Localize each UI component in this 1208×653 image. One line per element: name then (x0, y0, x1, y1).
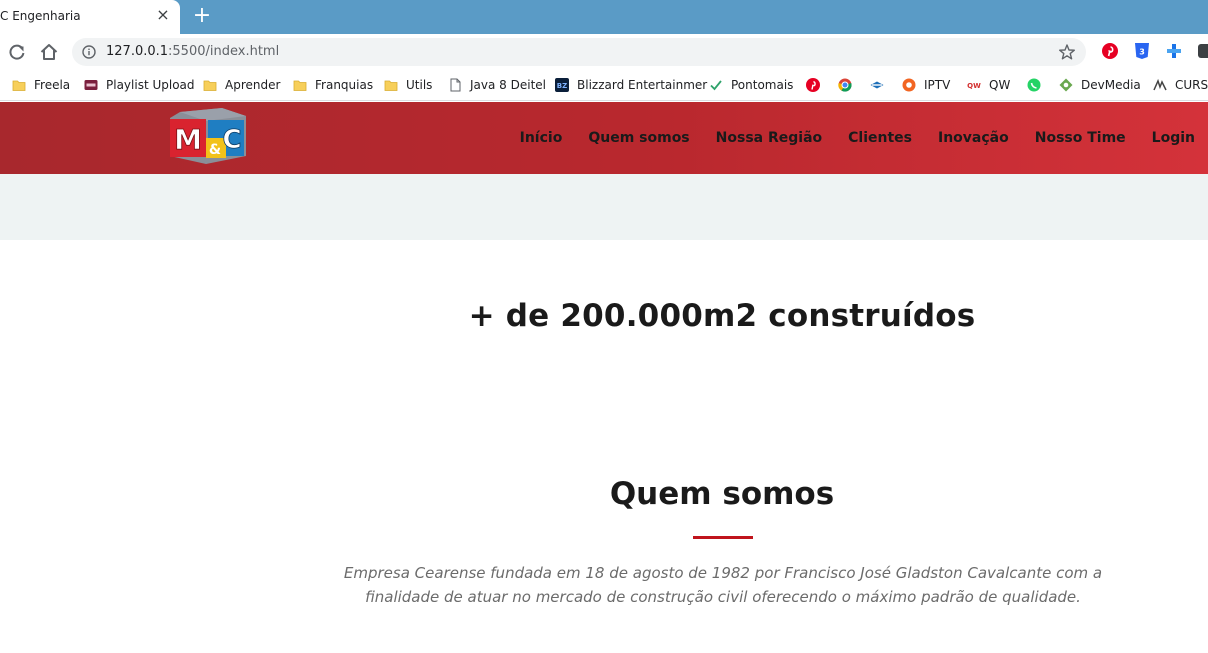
bookmark-label: Blizzard Entertainmer (577, 78, 708, 92)
qw-icon: QW (967, 82, 981, 90)
folder-icon (203, 80, 217, 91)
bookmark-devmedia[interactable]: DevMedia (1059, 76, 1141, 94)
svg-text:BZ: BZ (557, 82, 567, 90)
chrome-icon (838, 78, 852, 92)
bookmark-diamond[interactable] (870, 76, 892, 94)
site-info-icon[interactable] (82, 45, 96, 59)
tab-close-icon[interactable]: × (154, 6, 172, 24)
iptv-orange-icon (902, 78, 916, 92)
pinterest-icon (806, 78, 820, 92)
svg-text:QW: QW (967, 82, 981, 90)
url-text: 127.0.0.1:5500/index.html (106, 44, 279, 59)
url-host: 127.0.0.1 (106, 44, 169, 59)
bookmark-label: Playlist Upload (106, 78, 195, 92)
nav-clientes[interactable]: Clientes (835, 130, 925, 146)
nav-nossa-regiao[interactable]: Nossa Região (703, 130, 835, 146)
bookmark-label: Franquias (315, 78, 374, 92)
mc-logo[interactable]: M & C (166, 106, 250, 166)
bookmark-java-8-deitel[interactable]: Java 8 Deitel (448, 76, 546, 94)
iptv-icon (84, 80, 98, 90)
page-icon (450, 78, 461, 92)
diamond-icon (870, 81, 884, 89)
about-description: Empresa Cearense fundada em 18 de agosto… (343, 564, 1103, 606)
nav-inicio[interactable]: Início (507, 130, 576, 146)
nav-inovacao[interactable]: Inovação (925, 130, 1022, 146)
reload-icon[interactable] (6, 41, 28, 63)
devmedia-icon (1059, 78, 1073, 92)
svg-text:3: 3 (1139, 48, 1145, 57)
check-icon (710, 80, 722, 91)
plus-extension-icon[interactable] (1165, 42, 1183, 60)
svg-text:&: & (209, 142, 221, 158)
svg-text:M: M (174, 123, 202, 156)
bookmark-label: Aprender (225, 78, 281, 92)
bookmark-iptv[interactable]: IPTV (902, 76, 950, 94)
nav-quem-somos[interactable]: Quem somos (575, 130, 702, 146)
home-icon[interactable] (38, 41, 60, 63)
svg-text:C: C (222, 125, 241, 155)
whatsapp-icon (1027, 78, 1041, 92)
built-area-stat: + de 200.000m2 construídos (468, 298, 976, 334)
bookmark-chrome[interactable] (838, 76, 860, 94)
bookmark-blizzard[interactable]: BZ Blizzard Entertainmer (555, 76, 707, 94)
new-tab-button[interactable]: + (190, 4, 214, 28)
bookmark-label: IPTV (924, 78, 951, 92)
bookmark-qw[interactable]: QW QW (967, 76, 1010, 94)
tab-title: C Engenharia (0, 9, 81, 23)
main-nav: Início Quem somos Nossa Região Clientes … (507, 102, 1208, 174)
bookmarks-bar: Freela Playlist Upload Aprender Franquia… (0, 70, 1208, 101)
bookmark-curso[interactable]: CURSO (1153, 76, 1208, 94)
bookmark-label: DevMedia (1081, 78, 1141, 92)
nav-login[interactable]: Login (1139, 130, 1208, 146)
bookmark-label: Java 8 Deitel (470, 78, 546, 92)
url-path: :5500/index.html (168, 44, 280, 59)
bookmark-label: Utils (406, 78, 433, 92)
folder-icon (293, 80, 307, 91)
browser-tabstrip: C Engenharia × + (0, 0, 1208, 34)
css3-extension-icon[interactable]: 3 (1133, 42, 1151, 60)
extension-icon[interactable] (1197, 42, 1208, 60)
curso-icon (1153, 78, 1167, 91)
address-bar[interactable]: 127.0.0.1:5500/index.html (72, 38, 1086, 66)
bookmark-freela[interactable]: Freela (12, 76, 70, 94)
bookmark-label: CURSO (1175, 78, 1208, 92)
nav-nosso-time[interactable]: Nosso Time (1022, 130, 1139, 146)
bookmark-star-icon[interactable] (1058, 43, 1076, 61)
pinterest-extension-icon[interactable] (1101, 42, 1119, 60)
bookmark-label: QW (989, 78, 1011, 92)
bookmark-pinterest[interactable] (806, 76, 828, 94)
site-header: M & C Início Quem somos Nossa Região Cli… (0, 102, 1208, 174)
hero-band (0, 174, 1208, 240)
about-title: Quem somos (609, 476, 835, 512)
bookmark-label: Freela (34, 78, 71, 92)
bookmark-whatsapp[interactable] (1027, 76, 1049, 94)
bookmark-aprender[interactable]: Aprender (203, 76, 280, 94)
browser-toolbar: 127.0.0.1:5500/index.html (0, 34, 1208, 70)
blizzard-icon: BZ (555, 78, 569, 92)
browser-tab[interactable]: C Engenharia × (0, 0, 180, 34)
folder-icon (12, 80, 26, 91)
bookmark-utils[interactable]: Utils (384, 76, 432, 94)
bookmark-playlist-upload[interactable]: Playlist Upload (84, 76, 195, 94)
bookmark-label: Pontomais (731, 78, 794, 92)
bookmark-franquias[interactable]: Franquias (293, 76, 373, 94)
bookmark-pontomais[interactable]: Pontomais (709, 76, 793, 94)
about-divider (693, 536, 753, 539)
folder-icon (384, 80, 398, 91)
